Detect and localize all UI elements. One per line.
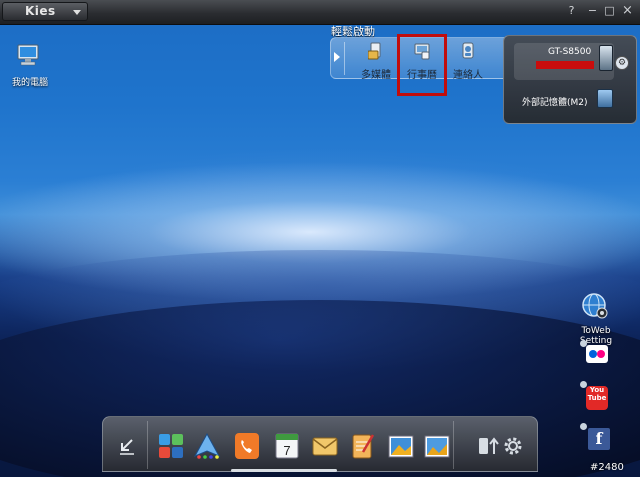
redacted-bar <box>536 61 594 69</box>
globe-gear-icon <box>582 293 608 319</box>
gallery-icon[interactable] <box>423 432 451 460</box>
phone-icon[interactable] <box>233 432 261 460</box>
youtube-icon[interactable]: You Tube <box>586 386 608 410</box>
close-button[interactable]: × <box>621 4 634 18</box>
computer-icon <box>17 44 39 66</box>
minimize-arrow-icon[interactable] <box>113 432 141 460</box>
sd-card-icon[interactable] <box>597 89 613 108</box>
flickr-icon[interactable] <box>586 343 608 365</box>
app-title: Kies <box>25 4 56 18</box>
my-computer-label: 我的電腦 <box>11 78 48 88</box>
apps-icon[interactable] <box>157 432 185 460</box>
my-computer-shortcut[interactable]: 我的電腦 <box>8 44 52 88</box>
settings-icon[interactable] <box>499 432 527 460</box>
title-bar: Kies ? − □ × <box>0 0 640 25</box>
dock-divider <box>453 421 454 469</box>
multimedia-icon <box>368 42 381 60</box>
highlight-annotation <box>397 34 447 96</box>
messages-icon[interactable] <box>311 432 339 460</box>
facebook-icon[interactable]: f <box>588 428 610 450</box>
launch-multimedia-label: 多媒體 <box>361 70 391 81</box>
device-settings-icon[interactable]: ⚙ <box>615 56 629 70</box>
device-model: GT-S8500 <box>548 47 592 57</box>
navigator-icon[interactable] <box>193 432 221 460</box>
device-panel: GT-S8500 ⚙ 外部記憶體(M2) <box>503 35 637 124</box>
divider <box>344 42 345 75</box>
photo-icon[interactable] <box>387 432 415 460</box>
link-dot <box>580 423 587 430</box>
memo-icon[interactable] <box>349 432 377 460</box>
external-storage-label[interactable]: 外部記憶體(M2) <box>522 95 588 108</box>
minimize-button[interactable]: − <box>586 5 599 18</box>
chevron-down-icon <box>73 10 81 15</box>
launch-contacts[interactable]: 連絡人 <box>445 40 491 81</box>
expand-arrow-icon[interactable] <box>334 52 340 62</box>
contacts-icon <box>462 42 474 59</box>
image-watermark: #2480 <box>590 462 624 473</box>
calendar-icon[interactable]: 7 <box>273 432 301 460</box>
maximize-button[interactable]: □ <box>603 5 616 18</box>
toweb-setting[interactable]: ToWeb Setting <box>566 292 626 346</box>
help-button[interactable]: ? <box>565 5 578 18</box>
calendar-day: 7 <box>283 443 290 458</box>
dock-divider <box>147 421 148 469</box>
dock-scrollbar[interactable] <box>231 469 337 472</box>
launch-multimedia[interactable]: 多媒體 <box>353 40 399 81</box>
app-menu-button[interactable]: Kies <box>2 2 88 21</box>
launch-contacts-label: 連絡人 <box>453 70 483 81</box>
phone-device-icon <box>599 45 613 71</box>
dock-bar: 7 <box>102 416 538 472</box>
